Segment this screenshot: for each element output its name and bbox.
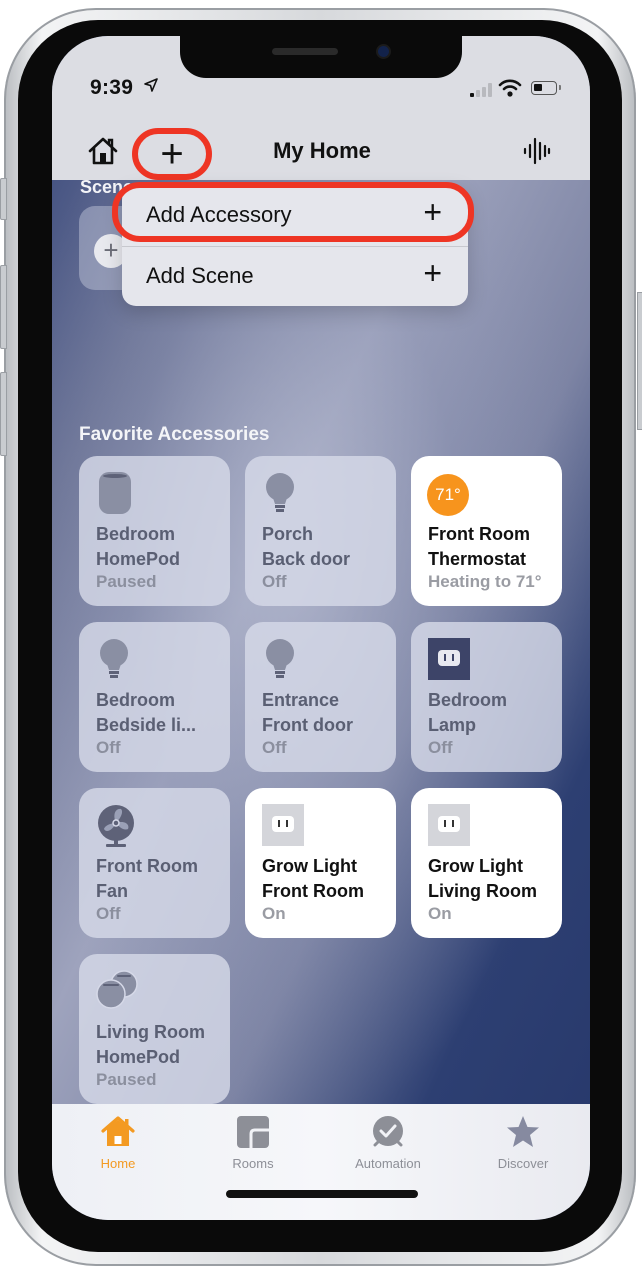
homepod-mini-icon	[96, 970, 138, 1010]
tile-name-line1: Grow Light	[262, 856, 357, 876]
tile-name: Grow Light Front Room	[262, 854, 364, 904]
page-title-text: My Home	[273, 138, 371, 163]
accessory-tile[interactable]: Bedroom HomePod Paused	[79, 456, 230, 606]
tile-name: Living Room HomePod	[96, 1020, 205, 1070]
tile-name: Bedroom Lamp	[428, 688, 507, 738]
star-icon	[507, 1116, 539, 1147]
action-button	[0, 178, 7, 220]
tile-name-line2: HomePod	[96, 549, 181, 569]
tile-name: Front Room Thermostat	[428, 522, 530, 572]
outlet-icon	[262, 804, 304, 846]
fan-icon	[96, 804, 136, 847]
tile-name-line1: Grow Light	[428, 856, 523, 876]
tile-name-line1: Living Room	[96, 1022, 205, 1042]
tile-name-line2: Thermostat	[428, 549, 527, 569]
tile-name: Bedroom Bedside li...	[96, 688, 196, 738]
accessory-tile[interactable]: Front Room Fan Off	[79, 788, 230, 938]
tile-name: Porch Back door	[262, 522, 350, 572]
tile-name-line2: Back door	[262, 549, 351, 569]
location-arrow-icon	[144, 78, 158, 96]
outlet-icon	[428, 804, 470, 846]
tile-name: Front Room Fan	[96, 854, 198, 904]
lightbulb-icon	[262, 638, 302, 678]
accessory-tile[interactable]: Bedroom Bedside li... Off	[79, 622, 230, 772]
tile-name: Grow Light Living Room	[428, 854, 537, 904]
house-icon	[101, 1116, 135, 1146]
clock-check-icon	[373, 1116, 403, 1147]
volume-up-button	[0, 265, 7, 349]
tile-name: Bedroom HomePod	[96, 522, 180, 572]
wifi-icon	[498, 79, 522, 97]
status-time: 9:39	[90, 76, 134, 99]
accessory-tile[interactable]: Living Room HomePod Paused	[79, 954, 230, 1104]
lightbulb-icon	[262, 472, 302, 512]
tile-name-line2: Front Room	[262, 881, 364, 901]
tile-name-line1: Front Room	[428, 524, 530, 544]
highlight-ring	[112, 182, 474, 242]
lightbulb-icon	[96, 638, 136, 678]
tab-automation[interactable]: Automation	[333, 1114, 443, 1174]
tile-status: On	[262, 904, 286, 923]
battery-icon	[531, 81, 561, 95]
tile-status: Off	[262, 572, 287, 591]
tile-name-line2: Bedside li...	[96, 715, 197, 735]
accessory-tile[interactable]: Entrance Front door Off	[245, 622, 396, 772]
tile-name-line1: Bedroom	[96, 690, 176, 710]
tile-name-line1: Bedroom	[96, 524, 176, 544]
favorites-section-label: Favorite Accessories	[79, 424, 270, 445]
home-indicator[interactable]	[226, 1190, 418, 1198]
tab-discover[interactable]: Discover	[468, 1114, 578, 1174]
tile-status: Paused	[96, 1070, 157, 1089]
menu-item-label: Add Scene	[146, 263, 254, 288]
tile-status: Off	[96, 904, 121, 923]
tile-status: On	[428, 904, 452, 923]
homepod-icon	[96, 472, 136, 514]
tile-name-line2: Fan	[96, 881, 129, 901]
tab-label: Discover	[497, 1156, 549, 1171]
speaker-grille	[272, 48, 338, 55]
page-title: My Home	[52, 138, 590, 164]
cellular-signal-icon	[470, 82, 492, 97]
tile-name-line2: HomePod	[96, 1047, 181, 1067]
tab-home[interactable]: Home	[63, 1114, 173, 1174]
tile-name-line1: Bedroom	[428, 690, 508, 710]
tile-name-line2: Lamp	[428, 715, 477, 735]
accessory-tile[interactable]: 71° Front Room Thermostat Heating to 71°	[411, 456, 562, 606]
waveform-icon[interactable]	[522, 136, 552, 166]
menu-item-add-scene[interactable]: Add Scene +	[122, 247, 468, 307]
volume-down-button	[0, 372, 7, 456]
tile-name-line2: Front door	[262, 715, 353, 735]
tab-rooms[interactable]: Rooms	[198, 1114, 308, 1174]
tile-name-line1: Entrance	[262, 690, 340, 710]
screen: 9:39 + My Home Scenes + Add Accessory + …	[52, 36, 590, 1220]
tab-label: Rooms	[232, 1156, 274, 1171]
notch	[180, 36, 462, 78]
tile-status: Off	[96, 738, 121, 757]
accessory-tile[interactable]: Grow Light Living Room On	[411, 788, 562, 938]
accessory-tile[interactable]: Bedroom Lamp Off	[411, 622, 562, 772]
tile-name: Entrance Front door	[262, 688, 353, 738]
accessory-tile[interactable]: Porch Back door Off	[245, 456, 396, 606]
tile-status: Off	[428, 738, 453, 757]
tab-label: Automation	[355, 1156, 421, 1171]
tab-label: Home	[100, 1156, 136, 1171]
rooms-icon	[237, 1116, 269, 1148]
front-camera	[378, 46, 389, 57]
tab-bar: Home Rooms Automation Discover	[52, 1104, 590, 1220]
tile-status: Heating to 71°	[428, 572, 542, 591]
thermostat-icon: 71°	[427, 474, 469, 516]
tile-name-line1: Porch	[262, 524, 314, 544]
plus-icon: +	[423, 255, 442, 291]
tile-status: Off	[262, 738, 287, 757]
outlet-icon	[428, 638, 470, 680]
side-button	[637, 292, 642, 430]
tile-name-line1: Front Room	[96, 856, 198, 876]
accessory-tile[interactable]: Grow Light Front Room On	[245, 788, 396, 938]
tile-status: Paused	[96, 572, 157, 591]
tile-name-line2: Living Room	[428, 881, 537, 901]
